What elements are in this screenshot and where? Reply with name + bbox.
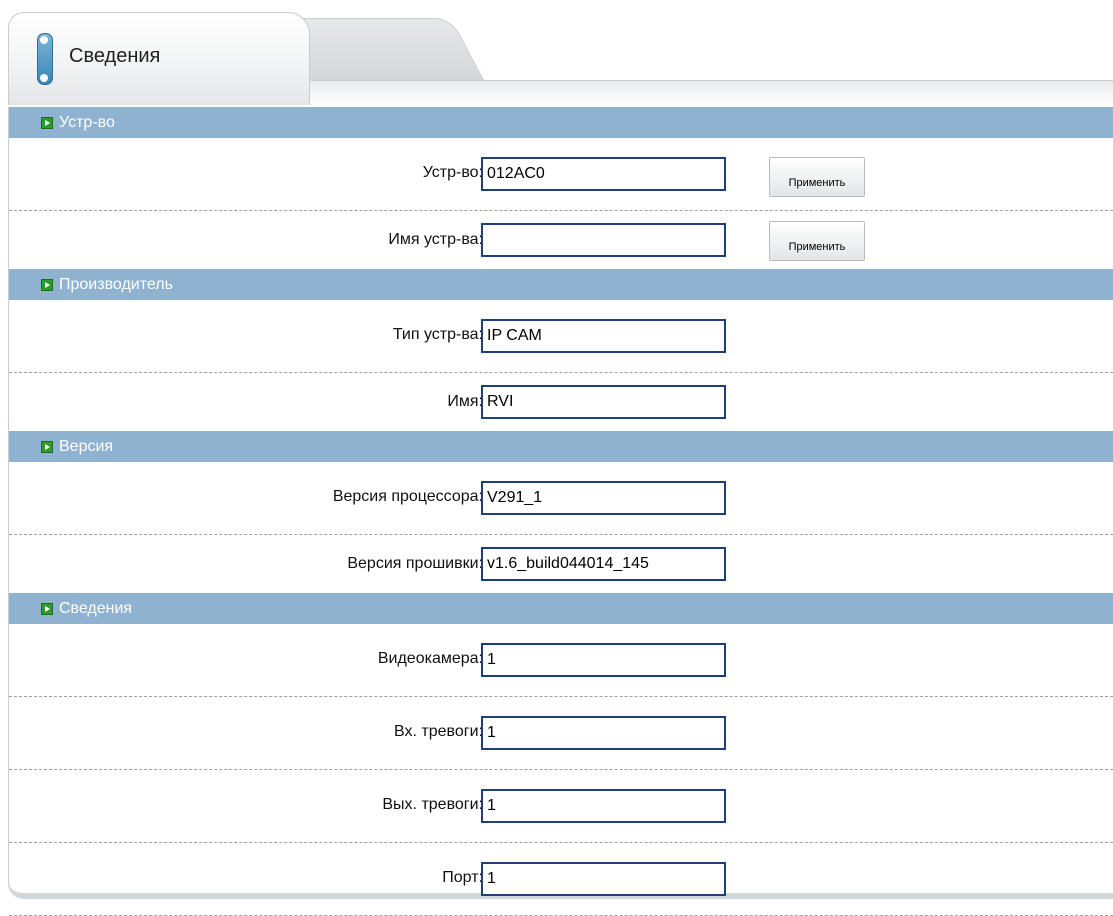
apply-device-name-button[interactable]: Применить: [769, 221, 865, 261]
section-header-version: Версия: [9, 431, 1113, 462]
apply-device-button[interactable]: Применить: [769, 157, 865, 197]
form-row-firmware-version: Версия прошивки:: [9, 535, 1113, 593]
section-bullet-icon: [41, 116, 53, 129]
form-row-manufacturer-name: Имя:: [9, 373, 1113, 431]
device-id-input[interactable]: [481, 157, 726, 191]
section-bullet-icon: [41, 602, 53, 615]
form-row-alarm-out: Вых. тревоги:: [9, 770, 1113, 843]
field-label: Имя:: [447, 393, 483, 410]
field-label: Устр-во:: [422, 164, 483, 181]
device-name-input[interactable]: [481, 223, 726, 257]
section-title: Сведения: [59, 599, 133, 617]
tab-title: Сведения: [69, 45, 161, 67]
alarm-out-input[interactable]: [481, 789, 726, 823]
field-label: Версия прошивки:: [347, 555, 483, 572]
tab-marker-icon: [37, 33, 53, 85]
form-row-device: Устр-во: Применить: [9, 138, 1113, 211]
section-title: Версия: [59, 437, 114, 455]
form-row-port: Порт:: [9, 843, 1113, 916]
section-bullet-icon: [41, 440, 53, 453]
device-type-input[interactable]: [481, 319, 726, 353]
form-row-device-name: Имя устр-ва: Применить: [9, 211, 1113, 269]
field-label: Видеокамера:: [377, 650, 483, 667]
firmware-version-input[interactable]: [481, 547, 726, 581]
field-label: Вх. тревоги:: [394, 723, 483, 740]
form-row-processor-version: Версия процессора:: [9, 462, 1113, 535]
form-row-alarm-in: Вх. тревоги:: [9, 697, 1113, 770]
form-row-video-camera: Видеокамера:: [9, 624, 1113, 697]
tab-info[interactable]: Сведения: [8, 12, 310, 105]
field-label: Имя устр-ва:: [388, 231, 483, 248]
port-input[interactable]: [481, 862, 726, 896]
manufacturer-name-input[interactable]: [481, 385, 726, 419]
video-camera-input[interactable]: [481, 643, 726, 677]
settings-panel: Устр-во Устр-во: Применить Имя устр-ва: …: [8, 107, 1113, 916]
field-label: Вых. тревоги:: [382, 796, 483, 813]
alarm-in-input[interactable]: [481, 716, 726, 750]
section-title: Устр-во: [59, 113, 115, 131]
processor-version-input[interactable]: [481, 481, 726, 515]
field-label: Версия процессора:: [332, 488, 483, 505]
form-row-device-type: Тип устр-ва:: [9, 300, 1113, 373]
section-bullet-icon: [41, 278, 53, 291]
section-title: Производитель: [59, 275, 173, 293]
section-header-manufacturer: Производитель: [9, 269, 1113, 300]
field-label: Порт:: [442, 869, 483, 886]
section-header-info: Сведения: [9, 593, 1113, 624]
section-header-device: Устр-во: [9, 107, 1113, 138]
field-label: Тип устр-ва:: [392, 326, 483, 343]
